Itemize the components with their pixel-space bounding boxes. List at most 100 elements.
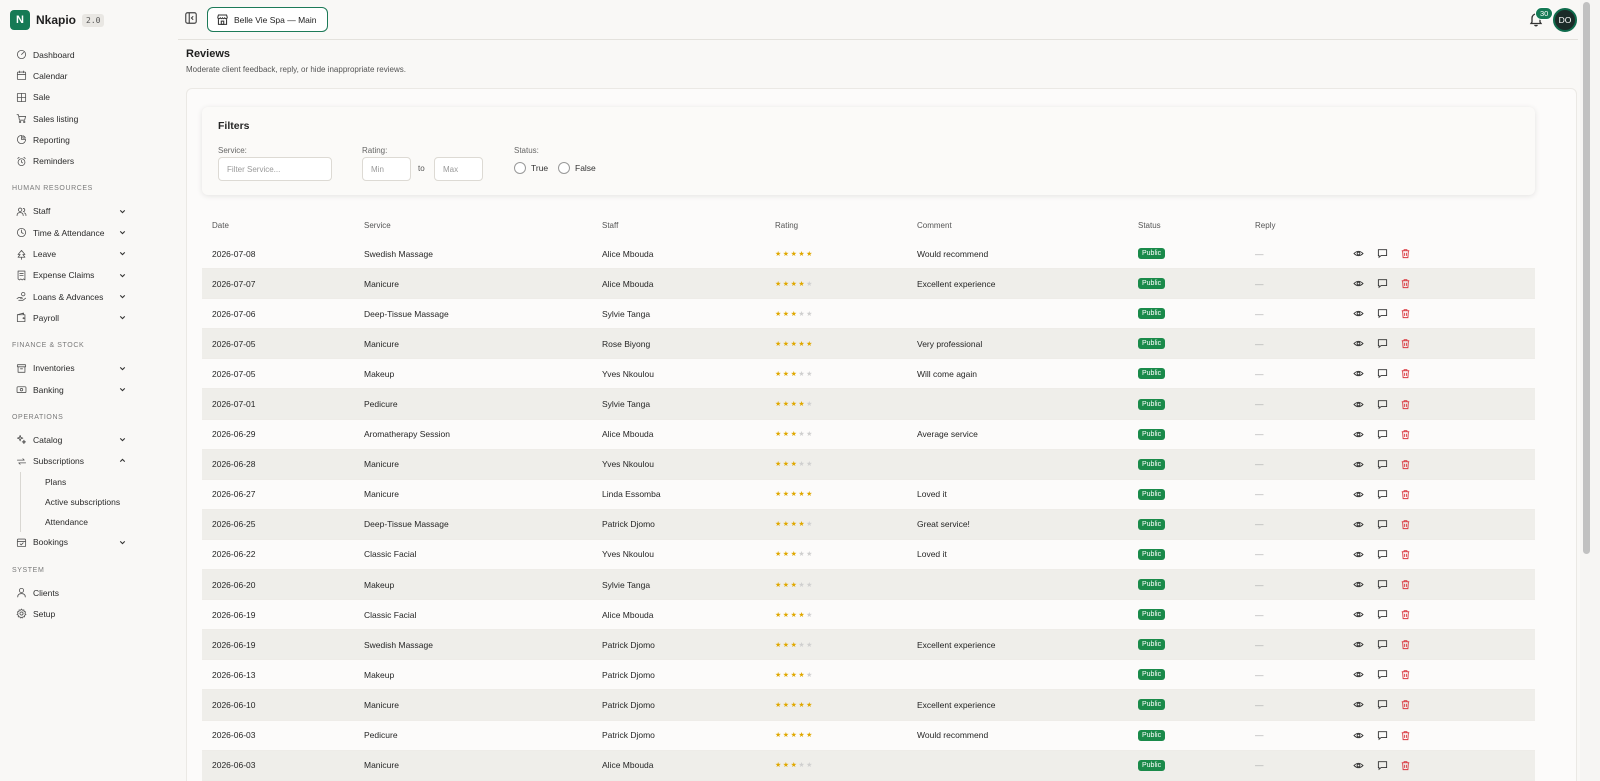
table-row[interactable]: 2026-07-05 Makeup Yves Nkoulou ★ ★ ★ ★ ★ Will co… [202,359,1535,390]
sidebar-item-setup[interactable]: Setup [0,603,178,624]
delete-button[interactable] [1400,359,1411,388]
sidebar-item-inventories[interactable]: Inventories [0,358,178,379]
reply-button[interactable] [1377,389,1388,418]
view-button[interactable] [1353,269,1364,298]
reply-button[interactable] [1377,540,1388,569]
reply-button[interactable] [1377,600,1388,629]
delete-button[interactable] [1400,480,1411,509]
status-badge[interactable]: Public [1138,488,1166,500]
status-badge[interactable]: Public [1138,248,1166,260]
chevron-down-icon[interactable] [118,313,127,322]
rating-max-input[interactable]: Max [434,157,483,181]
status-badge[interactable]: Public [1138,669,1166,681]
status-badge[interactable]: Public [1138,548,1166,560]
view-button[interactable] [1353,630,1364,659]
status-badge[interactable]: Public [1138,699,1166,711]
status-badge[interactable]: Public [1138,308,1166,320]
sidebar-item-subscriptions[interactable]: Subscriptions [0,450,178,471]
table-row[interactable]: 2026-06-22 Classic Facial Yves Nkoulou ★ ★ ★ ★… [202,540,1535,571]
table-row[interactable]: 2026-06-13 Makeup Patrick Djomo ★ ★ ★ ★ ★ Public… [202,660,1535,691]
table-row[interactable]: 2026-06-19 Classic Facial Alice Mbouda ★ ★ ★ ★… [202,600,1535,631]
view-button[interactable] [1353,540,1364,569]
sidebar-item-dashboard[interactable]: Dashboard [0,44,178,65]
table-row[interactable]: 2026-06-28 Manicure Yves Nkoulou ★ ★ ★ ★ ★ Publi… [202,449,1535,480]
view-button[interactable] [1353,389,1364,418]
sidebar-item-payroll[interactable]: Payroll [0,307,178,328]
delete-button[interactable] [1400,690,1411,719]
table-row[interactable]: 2026-06-20 Makeup Sylvie Tanga ★ ★ ★ ★ ★ Public — [202,570,1535,601]
reply-button[interactable] [1377,721,1388,750]
brand[interactable]: N Nkapio 2.0 [10,10,105,30]
sidebar-toggle-icon[interactable] [184,11,198,25]
reply-button[interactable] [1377,299,1388,328]
sidebar-item-leave[interactable]: Leave [0,243,178,264]
delete-button[interactable] [1400,329,1411,358]
reply-button[interactable] [1377,751,1388,780]
view-button[interactable] [1353,510,1364,539]
chevron-down-icon[interactable] [118,292,127,301]
reply-button[interactable] [1377,450,1388,479]
branch-selector[interactable]: Belle Vie Spa — Main [207,7,328,32]
delete-button[interactable] [1400,570,1411,599]
status-badge[interactable]: Public [1138,579,1166,591]
table-row[interactable]: 2026-06-03 Pedicure Patrick Djomo ★ ★ ★ ★ ★ Woul… [202,721,1535,751]
view-button[interactable] [1353,450,1364,479]
table-row[interactable]: 2026-06-25 Deep-Tissue Massage Patrick Djo… [202,509,1535,540]
status-badge[interactable]: Public [1138,609,1166,621]
sidebar-item-catalog[interactable]: Catalog [0,429,178,450]
reply-button[interactable] [1377,510,1388,539]
status-badge[interactable]: Public [1138,278,1166,290]
table-row[interactable]: 2026-07-08 Swedish Massage Alice Mbouda ★ ★ ★… [202,239,1535,270]
status-false-radio[interactable]: False [558,162,596,174]
view-button[interactable] [1353,751,1364,780]
table-row[interactable]: 2026-06-19 Swedish Massage Patrick Djomo ★ ★… [202,630,1535,661]
chevron-down-icon[interactable] [118,207,127,216]
chevron-down-icon[interactable] [118,271,127,280]
chevron-down-icon[interactable] [118,228,127,237]
chevron-up-icon[interactable] [118,456,127,465]
sidebar-item-banking[interactable]: Banking [0,379,178,400]
delete-button[interactable] [1400,540,1411,569]
submenu-item-plans[interactable]: Plans [21,472,178,492]
status-badge[interactable]: Public [1138,518,1166,530]
status-badge[interactable]: Public [1138,368,1166,380]
table-row[interactable]: 2026-06-03 Manicure Alice Mbouda ★ ★ ★ ★ ★ Publi… [202,750,1535,781]
delete-button[interactable] [1400,721,1411,750]
view-button[interactable] [1353,299,1364,328]
table-row[interactable]: 2026-07-01 Pedicure Sylvie Tanga ★ ★ ★ ★ ★ Publi… [202,389,1535,420]
status-badge[interactable]: Public [1138,639,1166,651]
sidebar-item-bookings[interactable]: Bookings [0,532,178,553]
sidebar-item-staff[interactable]: Staff [0,201,178,222]
view-button[interactable] [1353,570,1364,599]
chevron-down-icon[interactable] [118,435,127,444]
sidebar-item-reminders[interactable]: Reminders [0,150,178,171]
chevron-down-icon[interactable] [118,364,127,373]
reply-button[interactable] [1377,480,1388,509]
delete-button[interactable] [1400,420,1411,449]
scrollbar-thumb[interactable] [1583,2,1590,554]
sidebar-item-sales-listing[interactable]: Sales listing [0,108,178,129]
status-badge[interactable]: Public [1138,759,1166,771]
reply-button[interactable] [1377,359,1388,388]
view-button[interactable] [1353,690,1364,719]
delete-button[interactable] [1400,239,1411,268]
reply-button[interactable] [1377,329,1388,358]
reply-button[interactable] [1377,630,1388,659]
table-row[interactable]: 2026-07-06 Deep-Tissue Massage Sylvie Tang… [202,299,1535,330]
rating-min-input[interactable]: Min [362,157,411,181]
sidebar-item-time-and-attendance[interactable]: Time & Attendance [0,222,178,243]
reply-button[interactable] [1377,660,1388,689]
sidebar-item-reporting[interactable]: Reporting [0,129,178,150]
view-button[interactable] [1353,420,1364,449]
service-filter-input[interactable]: Filter Service... [218,157,332,181]
view-button[interactable] [1353,359,1364,388]
status-badge[interactable]: Public [1138,729,1166,741]
view-button[interactable] [1353,721,1364,750]
delete-button[interactable] [1400,600,1411,629]
reply-button[interactable] [1377,690,1388,719]
submenu-item-active-subscriptions[interactable]: Active subscriptions [21,492,178,512]
delete-button[interactable] [1400,510,1411,539]
table-row[interactable]: 2026-06-27 Manicure Linda Essomba ★ ★ ★ ★ ★ Love… [202,480,1535,510]
reply-button[interactable] [1377,269,1388,298]
delete-button[interactable] [1400,630,1411,659]
